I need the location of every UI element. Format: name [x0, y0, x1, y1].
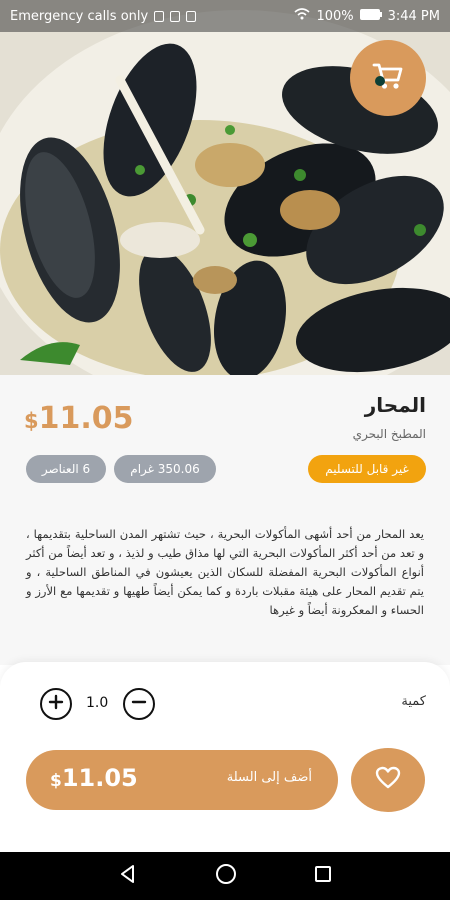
recents-square-icon[interactable]	[314, 865, 332, 887]
favorite-button[interactable]	[351, 748, 425, 812]
status-bar: Emergency calls only 100% 3:44 PM	[0, 0, 450, 32]
notification-icon	[170, 10, 181, 22]
cart-button[interactable]	[350, 40, 426, 116]
notification-icon	[154, 10, 165, 22]
product-price: $11.05	[24, 401, 134, 436]
battery-level: 100%	[316, 8, 354, 24]
notification-icon	[186, 10, 197, 22]
wifi-icon	[294, 8, 310, 24]
delivery-badge: غير قابل للتسليم	[308, 455, 426, 483]
total-amount: 11.05	[61, 764, 138, 792]
items-badge: 6 العناصر	[26, 455, 106, 483]
quantity-value: 1.0	[86, 695, 109, 711]
heart-icon	[375, 766, 401, 794]
quantity-label: كمية	[401, 694, 426, 709]
add-to-cart-label: أضف إلى السلة	[226, 770, 312, 785]
carrier-text: Emergency calls only	[10, 8, 149, 24]
plus-circle-icon	[48, 694, 64, 714]
clock: 3:44 PM	[387, 8, 440, 24]
increase-quantity-button[interactable]	[40, 688, 72, 720]
back-triangle-icon[interactable]	[118, 864, 138, 888]
home-circle-icon[interactable]	[215, 863, 237, 889]
product-info: المحار المطبخ البحري $11.05 غير قابل للت…	[0, 375, 450, 665]
product-description: يعد المحار من أحد أشهى المأكولات البحرية…	[26, 527, 424, 617]
order-panel: كمية 1.0 أضف إلى السلة $11.05	[0, 662, 450, 852]
decrease-quantity-button[interactable]	[123, 688, 155, 720]
total-price: $11.05	[50, 764, 138, 792]
minus-circle-icon	[131, 694, 147, 714]
weight-badge: 350.06 غرام	[114, 455, 216, 483]
add-to-cart-button[interactable]: أضف إلى السلة $11.05	[26, 750, 338, 810]
product-title: المحار	[364, 393, 426, 417]
cart-icon	[372, 61, 404, 95]
battery-icon	[359, 8, 382, 24]
total-currency: $	[50, 771, 62, 791]
product-category: المطبخ البحري	[352, 427, 426, 441]
system-navigation-bar	[0, 852, 450, 900]
price-currency: $	[24, 409, 39, 433]
price-amount: 11.05	[38, 401, 134, 436]
